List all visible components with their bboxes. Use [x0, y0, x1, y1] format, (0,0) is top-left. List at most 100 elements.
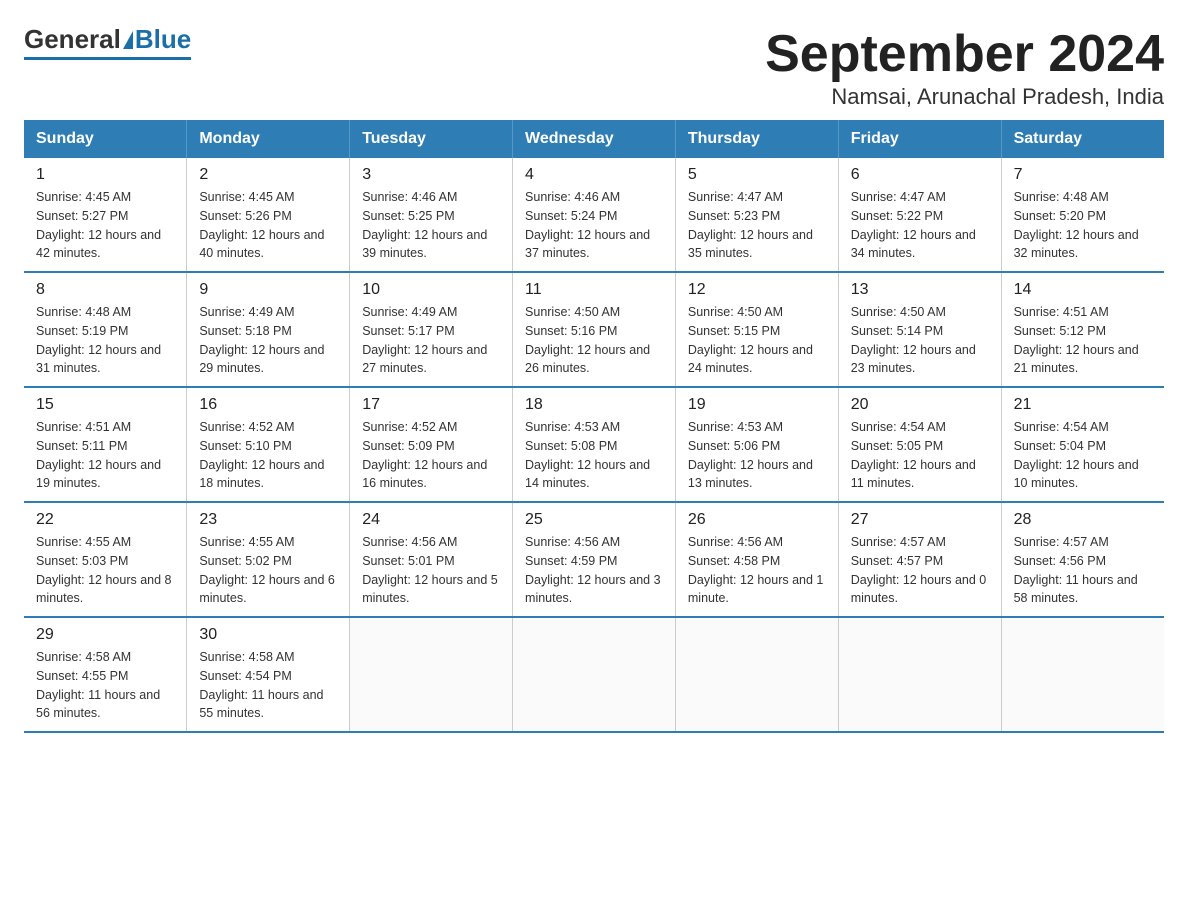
- day-header-wednesday: Wednesday: [513, 120, 676, 158]
- day-number: 13: [851, 281, 989, 299]
- calendar-cell: 24 Sunrise: 4:56 AMSunset: 5:01 PMDayligh…: [350, 502, 513, 617]
- page-subtitle: Namsai, Arunachal Pradesh, India: [765, 84, 1164, 110]
- day-number: 10: [362, 281, 500, 299]
- calendar-cell: 18 Sunrise: 4:53 AMSunset: 5:08 PMDayligh…: [513, 387, 676, 502]
- day-number: 29: [36, 626, 174, 644]
- day-header-tuesday: Tuesday: [350, 120, 513, 158]
- calendar-cell: [350, 617, 513, 732]
- calendar-cell: [513, 617, 676, 732]
- day-number: 7: [1014, 166, 1152, 184]
- day-info: Sunrise: 4:49 AMSunset: 5:17 PMDaylight:…: [362, 303, 500, 378]
- calendar-cell: 26 Sunrise: 4:56 AMSunset: 4:58 PMDayligh…: [675, 502, 838, 617]
- day-number: 9: [199, 281, 337, 299]
- day-number: 20: [851, 396, 989, 414]
- day-number: 28: [1014, 511, 1152, 529]
- day-info: Sunrise: 4:47 AMSunset: 5:22 PMDaylight:…: [851, 188, 989, 263]
- calendar-cell: 28Sunrise: 4:57 AMSunset: 4:56 PMDayligh…: [1001, 502, 1164, 617]
- calendar-cell: 16 Sunrise: 4:52 AMSunset: 5:10 PMDayligh…: [187, 387, 350, 502]
- day-number: 30: [199, 626, 337, 644]
- calendar-cell: 11 Sunrise: 4:50 AMSunset: 5:16 PMDayligh…: [513, 272, 676, 387]
- logo-underline: [24, 57, 191, 60]
- calendar-cell: 19Sunrise: 4:53 AMSunset: 5:06 PMDayligh…: [675, 387, 838, 502]
- day-number: 16: [199, 396, 337, 414]
- day-number: 11: [525, 281, 663, 299]
- day-info: Sunrise: 4:56 AMSunset: 5:01 PMDaylight:…: [362, 533, 500, 608]
- day-number: 1: [36, 166, 174, 184]
- day-number: 25: [525, 511, 663, 529]
- day-number: 24: [362, 511, 500, 529]
- logo: General Blue: [24, 24, 191, 60]
- day-info: Sunrise: 4:45 AMSunset: 5:26 PMDaylight:…: [199, 188, 337, 263]
- day-number: 12: [688, 281, 826, 299]
- days-header-row: SundayMondayTuesdayWednesdayThursdayFrid…: [24, 120, 1164, 158]
- day-number: 2: [199, 166, 337, 184]
- week-row-3: 15 Sunrise: 4:51 AMSunset: 5:11 PMDayligh…: [24, 387, 1164, 502]
- logo-triangle-icon: [123, 31, 133, 49]
- day-header-saturday: Saturday: [1001, 120, 1164, 158]
- day-info: Sunrise: 4:45 AMSunset: 5:27 PMDaylight:…: [36, 188, 174, 263]
- calendar-cell: 5 Sunrise: 4:47 AMSunset: 5:23 PMDaylight…: [675, 158, 838, 272]
- day-number: 21: [1014, 396, 1152, 414]
- day-info: Sunrise: 4:56 AMSunset: 4:58 PMDaylight:…: [688, 533, 826, 608]
- calendar-header: SundayMondayTuesdayWednesdayThursdayFrid…: [24, 120, 1164, 158]
- day-info: Sunrise: 4:50 AMSunset: 5:16 PMDaylight:…: [525, 303, 663, 378]
- page-header: General Blue September 2024 Namsai, Arun…: [24, 24, 1164, 110]
- day-info: Sunrise: 4:54 AMSunset: 5:05 PMDaylight:…: [851, 418, 989, 493]
- calendar-cell: 9 Sunrise: 4:49 AMSunset: 5:18 PMDaylight…: [187, 272, 350, 387]
- calendar-body: 1 Sunrise: 4:45 AMSunset: 5:27 PMDaylight…: [24, 158, 1164, 732]
- week-row-1: 1 Sunrise: 4:45 AMSunset: 5:27 PMDaylight…: [24, 158, 1164, 272]
- day-number: 17: [362, 396, 500, 414]
- day-info: Sunrise: 4:52 AMSunset: 5:09 PMDaylight:…: [362, 418, 500, 493]
- calendar-cell: 23Sunrise: 4:55 AMSunset: 5:02 PMDayligh…: [187, 502, 350, 617]
- calendar-cell: 1 Sunrise: 4:45 AMSunset: 5:27 PMDaylight…: [24, 158, 187, 272]
- calendar-cell: 17 Sunrise: 4:52 AMSunset: 5:09 PMDayligh…: [350, 387, 513, 502]
- day-info: Sunrise: 4:54 AMSunset: 5:04 PMDaylight:…: [1014, 418, 1152, 493]
- calendar-cell: 6Sunrise: 4:47 AMSunset: 5:22 PMDaylight…: [838, 158, 1001, 272]
- day-info: Sunrise: 4:49 AMSunset: 5:18 PMDaylight:…: [199, 303, 337, 378]
- day-info: Sunrise: 4:53 AMSunset: 5:06 PMDaylight:…: [688, 418, 826, 493]
- day-header-friday: Friday: [838, 120, 1001, 158]
- day-number: 27: [851, 511, 989, 529]
- calendar-cell: 20 Sunrise: 4:54 AMSunset: 5:05 PMDayligh…: [838, 387, 1001, 502]
- day-number: 18: [525, 396, 663, 414]
- calendar-cell: 15 Sunrise: 4:51 AMSunset: 5:11 PMDayligh…: [24, 387, 187, 502]
- day-info: Sunrise: 4:57 AMSunset: 4:57 PMDaylight:…: [851, 533, 989, 608]
- week-row-4: 22 Sunrise: 4:55 AMSunset: 5:03 PMDayligh…: [24, 502, 1164, 617]
- day-number: 22: [36, 511, 174, 529]
- day-info: Sunrise: 4:47 AMSunset: 5:23 PMDaylight:…: [688, 188, 826, 263]
- calendar-cell: 14Sunrise: 4:51 AMSunset: 5:12 PMDayligh…: [1001, 272, 1164, 387]
- calendar-cell: [838, 617, 1001, 732]
- day-number: 26: [688, 511, 826, 529]
- calendar-cell: 3Sunrise: 4:46 AMSunset: 5:25 PMDaylight…: [350, 158, 513, 272]
- calendar-cell: 2 Sunrise: 4:45 AMSunset: 5:26 PMDaylight…: [187, 158, 350, 272]
- day-info: Sunrise: 4:58 AMSunset: 4:55 PMDaylight:…: [36, 648, 174, 723]
- day-info: Sunrise: 4:48 AMSunset: 5:20 PMDaylight:…: [1014, 188, 1152, 263]
- day-info: Sunrise: 4:46 AMSunset: 5:25 PMDaylight:…: [362, 188, 500, 263]
- day-header-monday: Monday: [187, 120, 350, 158]
- logo-blue-text: Blue: [135, 24, 191, 55]
- calendar-table: SundayMondayTuesdayWednesdayThursdayFrid…: [24, 120, 1164, 733]
- day-info: Sunrise: 4:46 AMSunset: 5:24 PMDaylight:…: [525, 188, 663, 263]
- day-info: Sunrise: 4:50 AMSunset: 5:15 PMDaylight:…: [688, 303, 826, 378]
- logo-general-text: General: [24, 24, 121, 55]
- day-info: Sunrise: 4:48 AMSunset: 5:19 PMDaylight:…: [36, 303, 174, 378]
- calendar-cell: 4Sunrise: 4:46 AMSunset: 5:24 PMDaylight…: [513, 158, 676, 272]
- page-title: September 2024: [765, 24, 1164, 84]
- calendar-cell: [1001, 617, 1164, 732]
- calendar-cell: 10 Sunrise: 4:49 AMSunset: 5:17 PMDayligh…: [350, 272, 513, 387]
- calendar-cell: 13Sunrise: 4:50 AMSunset: 5:14 PMDayligh…: [838, 272, 1001, 387]
- day-number: 5: [688, 166, 826, 184]
- day-number: 15: [36, 396, 174, 414]
- calendar-cell: 22 Sunrise: 4:55 AMSunset: 5:03 PMDayligh…: [24, 502, 187, 617]
- day-header-sunday: Sunday: [24, 120, 187, 158]
- day-info: Sunrise: 4:55 AMSunset: 5:03 PMDaylight:…: [36, 533, 174, 608]
- day-info: Sunrise: 4:52 AMSunset: 5:10 PMDaylight:…: [199, 418, 337, 493]
- calendar-cell: 30 Sunrise: 4:58 AMSunset: 4:54 PMDayligh…: [187, 617, 350, 732]
- day-number: 8: [36, 281, 174, 299]
- calendar-cell: 29 Sunrise: 4:58 AMSunset: 4:55 PMDayligh…: [24, 617, 187, 732]
- day-info: Sunrise: 4:51 AMSunset: 5:11 PMDaylight:…: [36, 418, 174, 493]
- day-info: Sunrise: 4:58 AMSunset: 4:54 PMDaylight:…: [199, 648, 337, 723]
- day-info: Sunrise: 4:56 AMSunset: 4:59 PMDaylight:…: [525, 533, 663, 608]
- day-info: Sunrise: 4:53 AMSunset: 5:08 PMDaylight:…: [525, 418, 663, 493]
- day-info: Sunrise: 4:51 AMSunset: 5:12 PMDaylight:…: [1014, 303, 1152, 378]
